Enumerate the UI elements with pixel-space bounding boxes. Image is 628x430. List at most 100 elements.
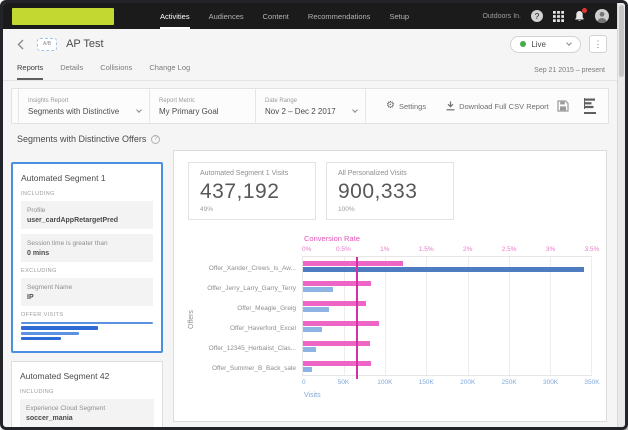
bottom-axis-tick: 350K [584,379,599,386]
topnav-items: Activities Audiences Content Recommendation… [160,3,409,29]
excluding-label: EXCLUDING [21,268,153,274]
more-options-button[interactable]: ⋮ [589,35,607,53]
bottom-axis-tick: 300K [543,379,558,386]
live-status-dot [520,41,526,47]
filter-field-label: Date Range [265,98,357,104]
chart-category-label: Offer_12345_Herbalist_Clas... [202,338,302,358]
settings-label: Settings [399,102,426,111]
report-date-span: Sep 21 2015 – present [534,67,605,80]
offer-link-line[interactable] [21,322,153,324]
nav-item-content[interactable]: Content [263,3,289,29]
criteria-value: user_cardAppRetargetPred [27,217,147,224]
visits-bar [303,327,322,332]
chart-ylabel: Offers [188,310,195,329]
back-button[interactable] [17,39,24,50]
stat-percent: 49% [200,206,304,213]
tab-collisions[interactable]: Collisions [100,63,132,80]
chart-category-label: Offer_Xander_Crews_Is_Aw... [202,258,302,278]
chart-bar-row [303,337,591,357]
plot-gridline [591,257,592,375]
top-navigation-bar: Activities Audiences Content Recommendation… [3,3,617,29]
chevron-down-icon [352,107,358,113]
criteria-box: Session time is greater than0 mins [21,234,153,262]
avatar[interactable] [595,9,609,23]
status-dropdown[interactable]: Live [510,36,581,53]
stats-row: Automated Segment 1 Visits437,19249%All … [188,162,592,220]
filter-field-insights-report[interactable]: Insights ReportSegments with Distinctive [18,89,150,123]
settings-button[interactable]: ⚙ Settings [386,101,426,111]
apps-grid-icon[interactable] [553,11,564,22]
content: Automated Segment 1 INCLUDING Profileuser_… [3,150,617,427]
app-window: Activities Audiences Content Recommendation… [0,0,628,430]
criteria-value: 0 mins [27,250,147,257]
nav-item-recommendations[interactable]: Recommendations [308,3,371,29]
segment-card-automated-segment-42[interactable]: Automated Segment 42INCLUDINGExperience … [11,361,163,427]
bar-chart-view-toggle[interactable] [584,98,596,114]
conversion-rate-bar [303,361,371,366]
chart-bar-row [303,357,591,377]
bottom-axis-tick: 50K [338,379,350,386]
chevron-down-icon [566,40,572,46]
report-view-icons [557,98,596,114]
scrollbar-thumb[interactable] [619,5,624,77]
filter-field-value: My Primary Goal [159,107,219,116]
bottom-axis-tick: 200K [460,379,475,386]
offer-links-redacted [21,322,153,340]
section-help-icon[interactable]: ? [151,135,160,144]
activity-header: A/B AP Test Live ⋮ [3,29,617,59]
nav-item-setup[interactable]: Setup [389,3,409,29]
topnav-right: Outdoors In. ? [482,9,609,23]
chart-plot [302,256,592,376]
nav-item-audiences[interactable]: Audiences [209,3,244,29]
stat-percent: 100% [338,206,442,213]
top-axis-tick: 0% [302,246,311,253]
conversion-rate-bar [303,341,370,346]
notifications-bell-icon[interactable] [574,10,585,22]
segments-list: Automated Segment 1 INCLUDING Profileuser_… [11,162,163,427]
title-actions: Live ⋮ [510,35,607,53]
criteria-box: Profileuser_cardAppRetargetPred [21,201,153,229]
segment-card-automated-segment-1[interactable]: Automated Segment 1INCLUDINGProfileuser_… [11,162,163,353]
tab-details[interactable]: Details [60,63,83,80]
chart-title: Conversion Rate [304,234,592,243]
download-csv-button[interactable]: Download Full CSV Report [446,101,549,111]
chart-category-label: Offer_Summer_B_Back_sale [202,358,302,378]
chart-category-label: Offer_Haverford_Excel [202,318,302,338]
including-label: INCLUDING [20,389,154,395]
svg-text:?: ? [535,11,540,21]
offer-link-line[interactable] [21,337,61,340]
tab-change-log[interactable]: Change Log [149,63,190,80]
filter-field-date-range[interactable]: Date RangeNov 2 – Dec 2 2017 [256,89,366,123]
conversion-rate-bar [303,281,371,286]
chart-category-label: Offer_Meagle_Greig [202,298,302,318]
filter-bar: Insights ReportSegments with Distinctive… [11,88,609,124]
nav-item-activities[interactable]: Activities [160,3,190,29]
top-axis-tick: 2.5% [502,246,517,253]
tabs-row: Reports Details Collisions Change Log Sep 2… [3,59,617,81]
bottom-axis-tick: 0 [302,379,306,386]
chart-xlabel: Visits [304,392,592,399]
criteria-label: Experience Cloud Segment [26,405,148,412]
visits-bar [303,347,316,352]
average-conversion-line [356,257,358,379]
filter-field-report-metric[interactable]: Report MetricMy Primary Goal [150,89,256,123]
stat-value: 900,333 [338,180,442,204]
chart-bar-row [303,297,591,317]
help-icon[interactable]: ? [531,10,543,22]
offers-chart: Offers Offer_Xander_Crews_Is_Aw... Offer_… [188,234,592,399]
save-icon[interactable] [557,100,569,112]
offer-link-line[interactable] [21,332,79,335]
report-panel: Automated Segment 1 Visits437,19249%All … [173,150,607,422]
offer-link-line[interactable] [21,326,98,330]
criteria-value: soccer_mania [26,415,148,422]
top-axis-tick: 3.5% [585,246,600,253]
brand-logo[interactable] [12,8,114,25]
tab-reports[interactable]: Reports [17,63,43,80]
vertical-scrollbar[interactable] [617,3,625,427]
stat-value: 437,192 [200,180,304,204]
section-title: Segments with Distinctive Offers [17,134,146,144]
chevron-down-icon [136,107,142,113]
activity-type-badge: A/B [37,38,57,51]
segment-title: Automated Segment 1 [21,173,153,183]
visits-bar [303,367,312,372]
